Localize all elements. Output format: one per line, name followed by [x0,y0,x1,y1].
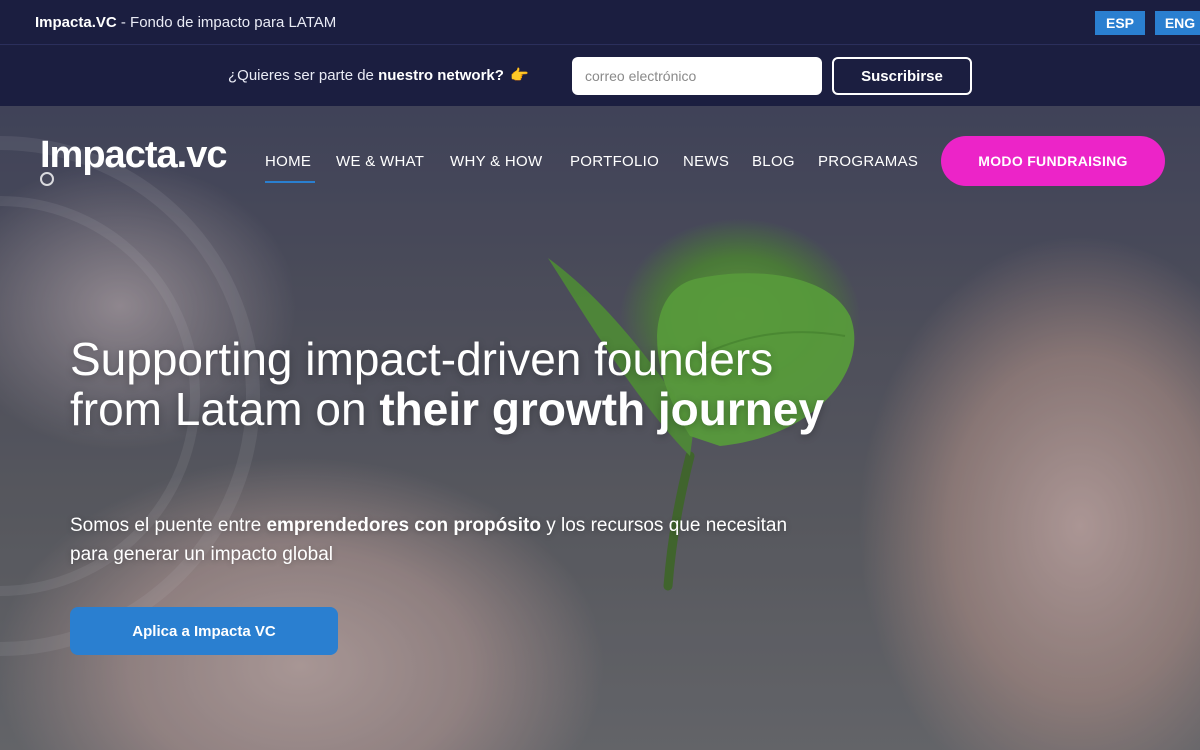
apply-button[interactable]: Aplica a Impacta VC [70,607,338,655]
nav-item-news[interactable]: NEWS [683,153,729,170]
modo-fundraising-button[interactable]: MODO FUNDRAISING [941,136,1165,186]
nav-item-why-how[interactable]: WHY & HOW [450,153,542,170]
hero-subheading: Somos el puente entre emprendedores con … [70,511,830,569]
brand-name: Impacta.VC [35,14,117,31]
impacta-logo[interactable]: Impacta.vc [40,134,227,186]
headline-bold: their growth journey [379,383,825,435]
hero-headline: Supporting impact-driven founders from L… [70,334,830,434]
newsletter-prompt: ¿Quieres ser parte de nuestro network? 👉 [228,66,529,84]
nav-item-blog[interactable]: BLOG [752,153,795,170]
brand-tagline: Impacta.VC - Fondo de impacto para LATAM [35,14,336,31]
nav-item-programas[interactable]: PROGRAMAS [818,153,918,170]
nav-item-we-what[interactable]: WE & WHAT [336,153,424,170]
hero-section: Impacta.vc HOME WE & WHAT WHY & HOW PORT… [0,106,1200,750]
tagline-text: - Fondo de impacto para LATAM [116,14,337,31]
newsletter-prompt-bold: nuestro network? [378,67,504,84]
newsletter-prompt-text: ¿Quieres ser parte de [228,67,379,84]
newsletter-bar: ¿Quieres ser parte de nuestro network? 👉 … [0,46,1200,106]
nav-active-indicator [265,181,315,183]
pointing-hand-icon: 👉 [509,67,529,84]
logo-vc: vc [186,134,227,176]
nav-item-home[interactable]: HOME [265,153,311,170]
language-eng-button[interactable]: ENG [1155,11,1200,35]
email-input[interactable] [572,57,822,95]
subheading-text-before: Somos el puente entre [70,515,267,536]
logo-text: Impacta [40,134,178,176]
logo-dot: . [176,134,188,176]
language-esp-button[interactable]: ESP [1095,11,1145,35]
subheading-text-bold: emprendedores con propósito [266,515,541,536]
lightbulb-icon [40,172,54,186]
top-strip: Impacta.VC - Fondo de impacto para LATAM… [0,0,1200,45]
nav-item-portfolio[interactable]: PORTFOLIO [570,153,659,170]
subscribe-button[interactable]: Suscribirse [832,57,972,95]
